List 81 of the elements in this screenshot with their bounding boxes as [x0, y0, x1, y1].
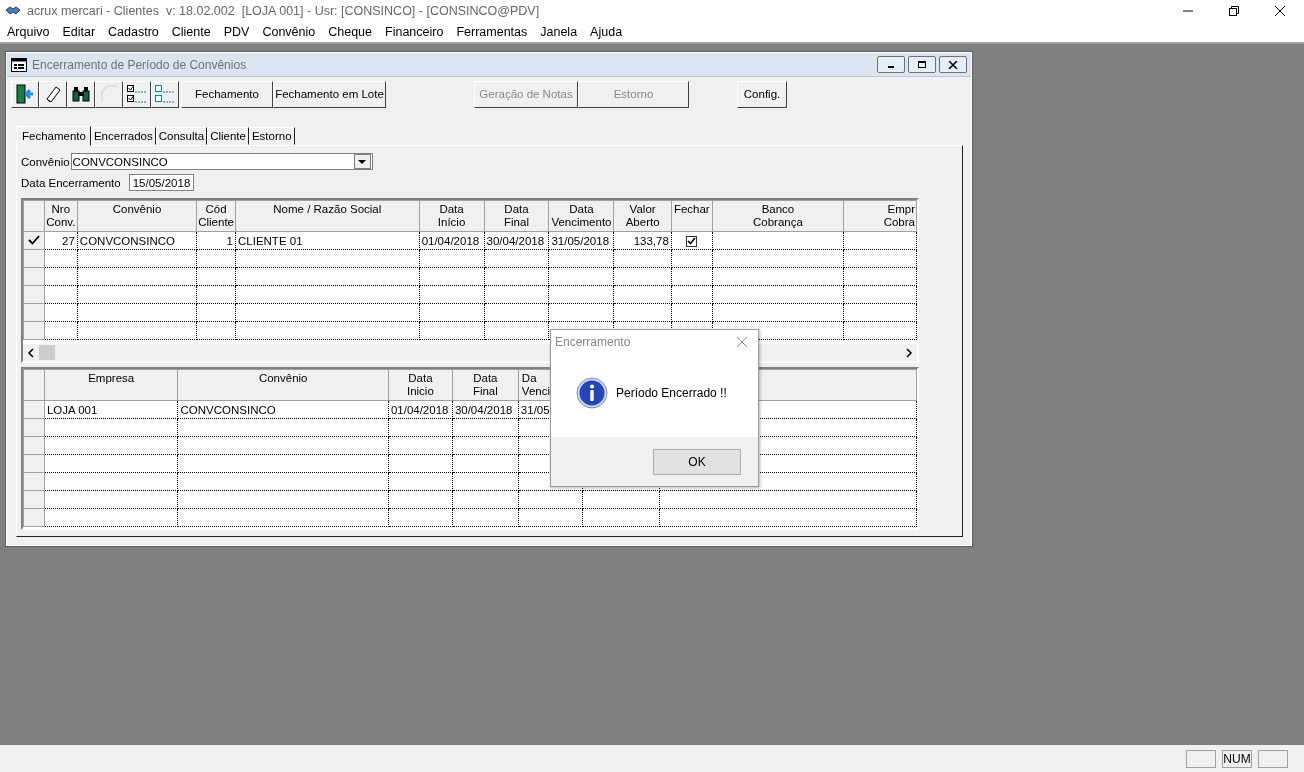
maximize-icon: [917, 60, 927, 69]
menu-item[interactable]: Ferramentas: [456, 25, 528, 39]
minimize-button[interactable]: [877, 56, 905, 73]
scroll-thumb[interactable]: [39, 345, 55, 360]
menu-item[interactable]: Cheque: [328, 25, 373, 39]
toolbar-button[interactable]: Fechamento: [181, 80, 273, 108]
binoculars-icon: [71, 84, 91, 104]
table-cell: 133,78: [633, 234, 669, 247]
date-field[interactable]: 15/05/2018: [128, 174, 195, 191]
column-header: Nome / Razão Social: [273, 202, 382, 216]
check-all-button[interactable]: [123, 80, 151, 108]
tab[interactable]: Fechamento: [17, 126, 91, 146]
menu-item[interactable]: Financeiro: [385, 25, 444, 39]
unchecked-list-icon: [154, 83, 176, 105]
close-icon: [948, 60, 958, 69]
table-cell: 31/05: [520, 403, 550, 416]
field-label: Convênio: [21, 155, 70, 168]
table-cell: 01/04/2018: [421, 234, 480, 247]
column-header: Empresa: [88, 371, 135, 385]
column-header: Convênio: [112, 202, 162, 216]
app-title: acrux mercari - Clientes v: 18.02.002 [LOJA 001] - Usr: [CONSINCO] - [CONSINCO@PDV]: [27, 4, 540, 18]
search-button[interactable]: [67, 80, 95, 108]
uncheck-all-button[interactable]: [151, 80, 179, 108]
table-cell: LOJA 001: [46, 403, 98, 416]
column-header: Data Final: [504, 202, 529, 229]
info-icon: [576, 376, 608, 409]
tab[interactable]: Consulta: [155, 127, 208, 145]
tab[interactable]: Estorno: [248, 127, 295, 145]
column-header: Data Inicio: [406, 371, 434, 398]
field-label: Data Encerramento: [21, 176, 121, 189]
column-header: Cód Cliente: [198, 202, 234, 229]
table-cell: CONVCONSINCO: [180, 403, 276, 416]
menu-item[interactable]: Cadastro: [108, 25, 159, 39]
column-header: Da Venci: [521, 371, 550, 398]
menu-item[interactable]: PDV: [223, 25, 250, 39]
menu-item[interactable]: Cliente: [171, 25, 211, 39]
restore-icon[interactable]: [1228, 5, 1240, 17]
table-cell: CONVCONSINCO: [79, 234, 176, 247]
menu-item[interactable]: Ajuda: [590, 25, 623, 39]
close-icon[interactable]: [1274, 5, 1286, 17]
eraser-button[interactable]: [39, 80, 67, 108]
exit-button[interactable]: [11, 80, 39, 108]
maximize-button[interactable]: [908, 56, 936, 73]
close-button[interactable]: [939, 56, 967, 73]
column-header: Convênio: [258, 371, 308, 385]
status-panel: [1258, 749, 1288, 768]
column-header: Empr Cobra: [883, 202, 915, 229]
status-panel: [1186, 749, 1216, 768]
column-header: Data Início: [437, 202, 466, 229]
table-cell: 30/04/2018: [454, 403, 513, 416]
column-header: Banco Cobrança: [753, 202, 803, 229]
column-header: Data Vencimento: [551, 202, 612, 229]
table-cell: 31/05/2018: [551, 234, 610, 247]
column-header: Valor Aberto: [625, 202, 660, 229]
tab[interactable]: Encerrados: [90, 127, 156, 145]
form-icon: [11, 57, 27, 72]
table-cell: 30/04/2018: [486, 234, 545, 247]
convenio-dropdown[interactable]: CONVCONSINCO: [70, 153, 373, 170]
checkbox[interactable]: [686, 235, 698, 247]
menu-item[interactable]: Editar: [62, 25, 96, 39]
toolbar-button[interactable]: Fechamento em Lote: [273, 80, 386, 108]
table-cell: CLIENTE 01: [238, 234, 303, 247]
toolbar-button[interactable]: Config.: [737, 80, 787, 108]
dropdown-arrow-icon: [358, 159, 367, 164]
window-title: Encerramento de Período de Convênios: [32, 57, 247, 72]
menu-item[interactable]: Arquivo: [7, 25, 50, 39]
dialog-message: Período Encerrado !!: [616, 385, 727, 400]
table-cell: 01/04/2018: [390, 403, 449, 416]
column-header: Fechar: [673, 202, 710, 216]
dialog-title: Encerramento: [555, 335, 631, 349]
ok-button[interactable]: OK: [653, 448, 741, 475]
column-header: Nro Conv.: [46, 202, 76, 229]
table-cell: 1: [226, 234, 233, 247]
table-cell: 27: [62, 234, 75, 247]
checked-list-icon: [126, 83, 148, 105]
door-arrow-icon: [15, 84, 35, 104]
num-lock-indicator: NUM: [1222, 749, 1252, 768]
menu-item[interactable]: Janela: [540, 25, 578, 39]
tab[interactable]: Cliente: [207, 127, 249, 145]
column-header: Data Final: [472, 371, 498, 398]
menu-item[interactable]: Convênio: [262, 25, 316, 39]
